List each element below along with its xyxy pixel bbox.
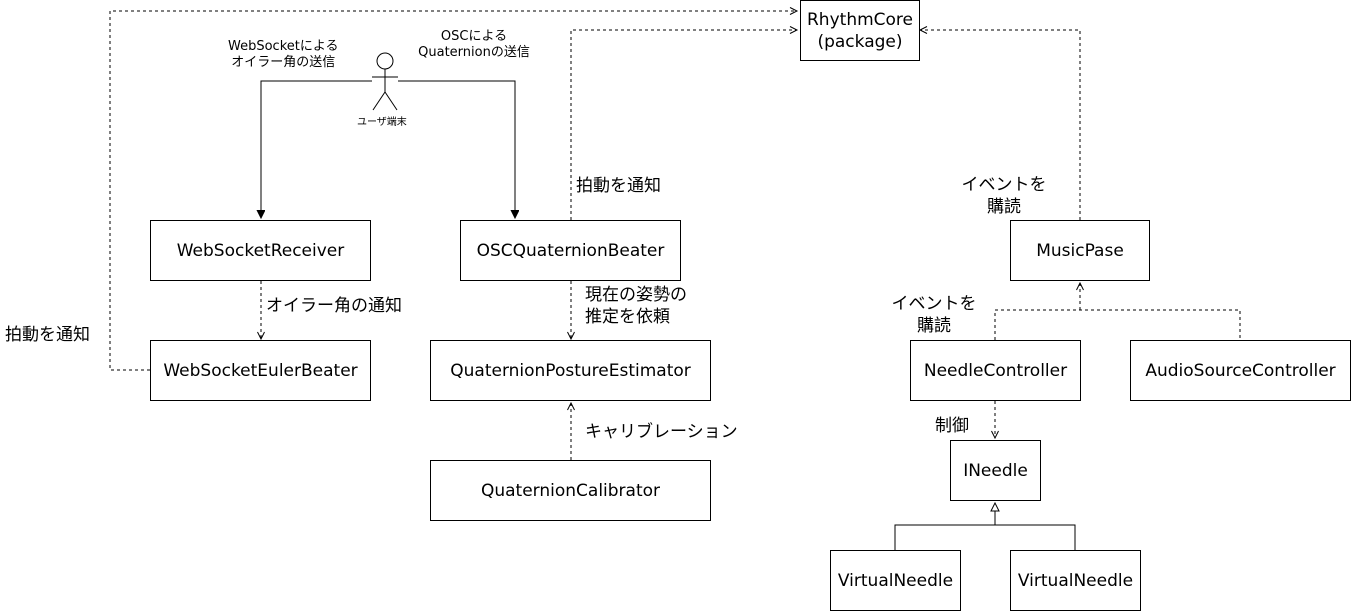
diagram-canvas: RhythmCore (package) WebSocketReceiver W… xyxy=(0,0,1351,612)
user-terminal-label: ユーザ端末 xyxy=(357,117,407,128)
edge-label-euler-notify: オイラー角の通知 xyxy=(266,296,402,316)
edge-beat-notify-left xyxy=(109,7,799,371)
virtual-needle-box: VirtualNeedle xyxy=(830,550,961,611)
audio-source-controller-box: AudioSourceController xyxy=(1130,340,1351,401)
edge-label-subscribe-needle: イベントを 購読 xyxy=(891,294,977,336)
edge-inherit-virtual-needle xyxy=(894,524,1076,550)
edge-label-calibration: キャリブレーション xyxy=(585,422,738,442)
edge-websocket-send xyxy=(261,80,372,218)
needle-controller-box: NeedleController xyxy=(910,340,1081,401)
edge-osc-send xyxy=(398,80,515,218)
edge-label-beat-notify-osc: 拍動を通知 xyxy=(576,176,661,196)
quaternion-calibrator-box: QuaternionCalibrator xyxy=(430,460,711,521)
quaternion-posture-estimator-box: QuaternionPostureEstimator xyxy=(430,340,711,401)
edge-label-posture-request: 現在の姿勢の 推定を依頼 xyxy=(585,285,687,327)
edge-label-osc-send: OSCによる Quaternionの送信 xyxy=(418,29,530,60)
websocket-euler-beater-box: WebSocketEulerBeater xyxy=(150,340,371,401)
osc-quaternion-beater-box: OSCQuaternionBeater xyxy=(460,220,681,281)
rhythm-core-package: RhythmCore (package) xyxy=(800,0,920,61)
ineedle-interface-box: INeedle xyxy=(950,440,1041,501)
virtual-needle-box: VirtualNeedle xyxy=(1010,550,1141,611)
edge-subscribe-needle xyxy=(994,309,1241,340)
music-pase-box: MusicPase xyxy=(1010,220,1150,281)
edge-label-websocket-send: WebSocketによる オイラー角の送信 xyxy=(228,39,339,70)
websocket-receiver-box: WebSocketReceiver xyxy=(150,220,371,281)
edge-label-beat-notify-left: 拍動を通知 xyxy=(5,325,90,345)
edge-label-control: 制御 xyxy=(935,416,969,436)
user-terminal-actor-icon xyxy=(372,52,398,111)
edge-label-subscribe-music: イベントを 購読 xyxy=(961,175,1047,217)
